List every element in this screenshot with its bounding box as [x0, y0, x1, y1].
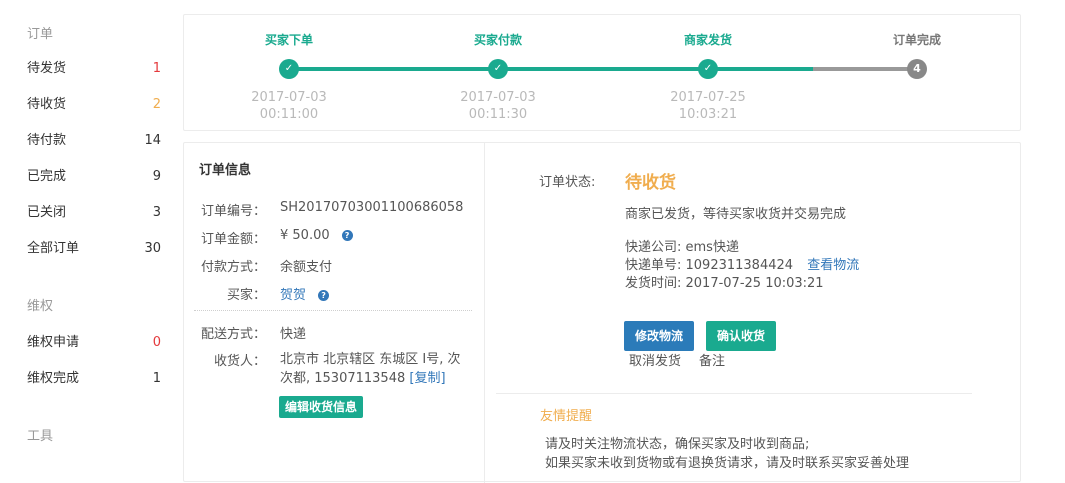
progress-line-pending — [813, 67, 917, 71]
sidebar-item-count: 14 — [144, 133, 161, 148]
step-label-order-complete: 订单完成 — [892, 33, 941, 47]
sidebar-item-label: 待付款 — [27, 133, 67, 148]
sidebar: 订单 待发货 1 待收货 2 待付款 14 已完成 9 已关闭 3 全部订单 3… — [0, 0, 172, 465]
courier-company: 快递公司: ems快递 — [625, 240, 739, 255]
sidebar-item-rights-request[interactable]: 维权申请 0 — [27, 333, 161, 353]
sidebar-item-to-receive[interactable]: 待收货 2 — [27, 95, 161, 115]
sidebar-item-label: 全部订单 — [27, 241, 80, 256]
sidebar-item-completed[interactable]: 已完成 9 — [27, 167, 161, 187]
step-date: 2017-07-03 — [460, 90, 536, 105]
order-amount-label: 订单金额： — [200, 232, 266, 247]
sidebar-item-count: 0 — [152, 335, 161, 350]
sidebar-item-count: 9 — [152, 169, 161, 184]
step-time: 10:03:21 — [678, 107, 738, 122]
sidebar-item-all-orders[interactable]: 全部订单 30 — [27, 239, 161, 259]
progress-line-done — [289, 67, 813, 71]
step-check-icon: ✓ — [698, 59, 718, 79]
tips-line-1: 请及时关注物流状态，确保买家及时收到商品; — [545, 437, 810, 452]
order-number-label: 订单编号： — [200, 204, 266, 219]
vertical-divider — [484, 143, 485, 483]
sidebar-item-label: 已关闭 — [27, 205, 67, 220]
dotted-divider — [194, 310, 472, 311]
sidebar-item-count: 1 — [152, 371, 161, 386]
order-info-title: 订单信息 — [199, 163, 252, 178]
order-amount: ¥ 50.00 — [280, 228, 330, 243]
tracking-row: 快递单号: 1092311384424 查看物流 — [625, 257, 859, 274]
step-check-icon: ✓ — [279, 59, 299, 79]
status-description: 商家已发货，等待买家收货并交易完成 — [625, 207, 847, 222]
buyer-row: 贺贺? — [280, 284, 330, 303]
sidebar-item-closed[interactable]: 已关闭 3 — [27, 203, 161, 223]
order-status-value: 待收货 — [625, 173, 676, 193]
order-detail-panel: 订单信息 订单编号： SH20170703001100686058 订单金额： … — [183, 142, 1021, 483]
tracking-number: 快递单号: 1092311384424 — [625, 258, 794, 273]
sidebar-item-to-ship[interactable]: 待发货 1 — [27, 59, 161, 79]
sidebar-section-orders: 订单 — [27, 27, 54, 42]
step-date: 2017-07-03 — [251, 90, 327, 105]
order-amount-row: ¥ 50.00? — [280, 228, 353, 243]
step-label-buyer-paid: 买家付款 — [473, 33, 522, 47]
sidebar-item-label: 维权完成 — [27, 371, 80, 386]
tips-title: 友情提醒 — [540, 409, 593, 424]
step-time: 00:11:30 — [468, 107, 528, 122]
buyer-label: 买家： — [226, 288, 266, 303]
help-icon[interactable]: ? — [318, 290, 330, 301]
receiver-label: 收货人： — [213, 354, 266, 369]
sidebar-item-to-pay[interactable]: 待付款 14 — [27, 131, 161, 151]
sidebar-item-label: 维权申请 — [27, 335, 80, 350]
payment-method: 余额支付 — [280, 260, 333, 275]
note-link[interactable]: 备注 — [699, 353, 725, 370]
copy-address-link[interactable]: [复制] — [409, 371, 445, 386]
payment-method-label: 付款方式： — [200, 260, 266, 275]
help-icon[interactable]: ? — [341, 230, 353, 241]
modify-logistics-button[interactable]: 修改物流 — [624, 321, 694, 351]
step-date: 2017-07-25 — [670, 90, 746, 105]
buyer-link[interactable]: 贺贺 — [280, 288, 306, 303]
step-time: 00:11:00 — [259, 107, 319, 122]
sidebar-item-count: 1 — [152, 61, 161, 76]
edit-shipping-info-button[interactable]: 编辑收货信息 — [279, 396, 363, 418]
shipping-method-label: 配送方式： — [200, 327, 266, 342]
step-check-icon: ✓ — [488, 59, 508, 79]
sidebar-item-count: 30 — [144, 241, 161, 256]
view-logistics-link[interactable]: 查看物流 — [807, 258, 859, 273]
horizontal-divider — [496, 393, 972, 394]
step-label-buyer-order: 买家下单 — [264, 33, 313, 47]
receiver-address: 北京市 北京辖区 东城区 I号, 次次都, 15307113548 [复制] — [280, 350, 470, 388]
sidebar-item-count: 2 — [152, 97, 161, 112]
sidebar-item-label: 待收货 — [27, 97, 67, 112]
shipping-method: 快递 — [280, 327, 307, 342]
sidebar-item-label: 待发货 — [27, 61, 67, 76]
step-number-icon: 4 — [907, 59, 927, 79]
order-number: SH20170703001100686058 — [280, 200, 464, 215]
sidebar-section-rights: 维权 — [27, 299, 54, 314]
sidebar-item-rights-done[interactable]: 维权完成 1 — [27, 369, 161, 389]
cancel-shipment-link[interactable]: 取消发货 — [629, 353, 681, 370]
confirm-receipt-button[interactable]: 确认收货 — [706, 321, 776, 351]
order-status-label: 订单状态: — [539, 175, 596, 190]
sidebar-section-tools: 工具 — [27, 429, 54, 444]
sidebar-item-count: 3 — [152, 205, 161, 220]
order-progress: 买家下单 ✓ 2017-07-03 00:11:00 买家付款 ✓ 2017-0… — [183, 14, 1021, 131]
tips-line-2: 如果买家未收到货物或有退换货请求，请及时联系买家妥善处理 — [545, 456, 910, 471]
step-label-merchant-shipped: 商家发货 — [683, 33, 732, 47]
ship-time: 发货时间: 2017-07-25 10:03:21 — [625, 276, 824, 291]
sidebar-item-label: 已完成 — [27, 169, 67, 184]
